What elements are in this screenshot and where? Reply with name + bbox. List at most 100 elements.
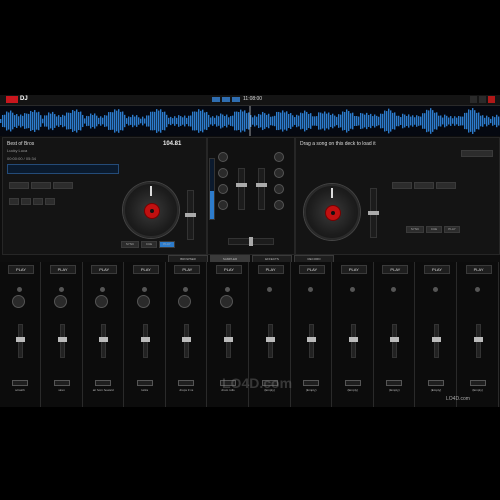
- crossfader[interactable]: [228, 237, 274, 246]
- sampler-fader[interactable]: [140, 324, 150, 358]
- waveform-bar: [340, 114, 342, 128]
- gain-knob[interactable]: [274, 152, 284, 162]
- waveform-bar: [150, 111, 152, 131]
- minimize-icon[interactable]: [470, 96, 477, 103]
- sampler-fader[interactable]: [16, 324, 25, 358]
- sampler-play-button[interactable]: PLAY: [340, 265, 367, 274]
- sampler-fader[interactable]: [182, 324, 192, 358]
- waveform-bar: [258, 113, 260, 129]
- sampler-play-button[interactable]: PLAY: [132, 265, 159, 274]
- sampler-loop-toggle[interactable]: [95, 380, 112, 386]
- sampler-play-button[interactable]: PLAY: [216, 265, 242, 274]
- sampler-loop-toggle[interactable]: [12, 380, 28, 386]
- hotcue-button[interactable]: [21, 198, 31, 205]
- play-button[interactable]: PLAY: [444, 226, 460, 233]
- cue-button[interactable]: CUE: [426, 226, 442, 233]
- eq-low-knob[interactable]: [274, 200, 284, 210]
- fader-cap[interactable]: [140, 337, 150, 342]
- sampler-loop-toggle[interactable]: [386, 380, 403, 386]
- fader-cap[interactable]: [307, 337, 317, 342]
- sampler-play-button[interactable]: PLAY: [49, 265, 76, 274]
- deck-left-mini-waveform[interactable]: [7, 164, 119, 174]
- crossfader-cap[interactable]: [249, 237, 253, 246]
- loop-button[interactable]: [9, 182, 29, 189]
- sampler-loop-toggle[interactable]: [178, 380, 195, 386]
- deck-right-info-button[interactable]: [461, 150, 493, 157]
- fader-cap[interactable]: [16, 337, 25, 342]
- maximize-icon[interactable]: [479, 96, 486, 103]
- sampler-play-button[interactable]: PLAY: [91, 265, 118, 274]
- sampler-loop-toggle[interactable]: [53, 380, 70, 386]
- sampler-fader[interactable]: [390, 324, 400, 358]
- sampler-play-button[interactable]: PLAY: [257, 265, 284, 274]
- sampler-fader[interactable]: [307, 324, 317, 358]
- fader-cap[interactable]: [57, 337, 67, 342]
- fader-cap[interactable]: [99, 337, 109, 342]
- sampler-play-button[interactable]: PLAY: [465, 265, 492, 274]
- volume-fader-left[interactable]: [236, 168, 247, 210]
- hotcue-button[interactable]: [45, 198, 55, 205]
- eq-high-knob[interactable]: [218, 168, 228, 178]
- layout-button[interactable]: [222, 97, 230, 102]
- loop-button[interactable]: [436, 182, 456, 189]
- sampler-play-button[interactable]: PLAY: [174, 265, 201, 274]
- sampler-fader[interactable]: [57, 324, 67, 358]
- fader-cap[interactable]: [224, 337, 233, 342]
- loop-button[interactable]: [31, 182, 51, 189]
- fader-cap[interactable]: [432, 337, 441, 342]
- close-icon[interactable]: [488, 96, 495, 103]
- pitch-slider-cap[interactable]: [185, 213, 196, 217]
- eq-mid-knob[interactable]: [218, 184, 228, 194]
- fader-cap[interactable]: [182, 337, 192, 342]
- sampler-volume-knob[interactable]: [220, 295, 233, 308]
- sampler-play-button[interactable]: PLAY: [8, 265, 34, 274]
- cue-button[interactable]: CUE: [141, 241, 157, 248]
- waveform-rhythm-display[interactable]: [0, 106, 500, 136]
- hotcue-button[interactable]: [9, 198, 19, 205]
- sampler-fader[interactable]: [432, 324, 441, 358]
- sampler-fader[interactable]: [348, 324, 358, 358]
- loop-button[interactable]: [392, 182, 412, 189]
- deck-right-pitch-slider[interactable]: [368, 188, 379, 238]
- pitch-slider-cap[interactable]: [368, 211, 379, 215]
- eq-high-knob[interactable]: [274, 168, 284, 178]
- sync-button[interactable]: SYNC: [121, 241, 139, 248]
- deck-left-pitch-slider[interactable]: [185, 190, 196, 240]
- eq-mid-knob[interactable]: [274, 184, 284, 194]
- fader-cap[interactable]: [256, 183, 267, 187]
- fader-cap[interactable]: [265, 337, 275, 342]
- loop-button[interactable]: [414, 182, 434, 189]
- sampler-loop-toggle[interactable]: [428, 380, 444, 386]
- layout-button[interactable]: [212, 97, 220, 102]
- gain-knob[interactable]: [218, 152, 228, 162]
- sampler-loop-toggle[interactable]: [303, 380, 320, 386]
- deck-right-jogwheel[interactable]: [304, 184, 360, 240]
- sampler-volume-knob[interactable]: [12, 295, 25, 308]
- fader-cap[interactable]: [473, 337, 483, 342]
- sampler-volume-knob[interactable]: [95, 295, 109, 308]
- sampler-volume-knob[interactable]: [178, 295, 192, 308]
- sampler-fader[interactable]: [224, 324, 233, 358]
- sampler-volume-knob[interactable]: [136, 295, 150, 308]
- deck-left-jogwheel[interactable]: [123, 182, 179, 238]
- sampler-fader[interactable]: [473, 324, 483, 358]
- sampler-loop-toggle[interactable]: [344, 380, 361, 386]
- fader-cap[interactable]: [390, 337, 400, 342]
- play-button[interactable]: PLAY: [159, 241, 175, 248]
- fader-cap[interactable]: [236, 183, 247, 187]
- sampler-fader[interactable]: [265, 324, 275, 358]
- hotcue-button[interactable]: [33, 198, 43, 205]
- sampler-loop-toggle[interactable]: [136, 380, 153, 386]
- sampler-volume-knob[interactable]: [53, 295, 67, 308]
- sampler-play-button[interactable]: PLAY: [299, 265, 326, 274]
- sync-button[interactable]: SYNC: [406, 226, 424, 233]
- layout-button[interactable]: [232, 97, 240, 102]
- sampler-fader[interactable]: [99, 324, 109, 358]
- fader-cap[interactable]: [348, 337, 358, 342]
- loop-button[interactable]: [53, 182, 73, 189]
- sampler-play-button[interactable]: PLAY: [424, 265, 450, 274]
- volume-fader-right[interactable]: [256, 168, 267, 210]
- sampler-loop-toggle[interactable]: [469, 380, 486, 386]
- eq-low-knob[interactable]: [218, 200, 228, 210]
- sampler-play-button[interactable]: PLAY: [382, 265, 409, 274]
